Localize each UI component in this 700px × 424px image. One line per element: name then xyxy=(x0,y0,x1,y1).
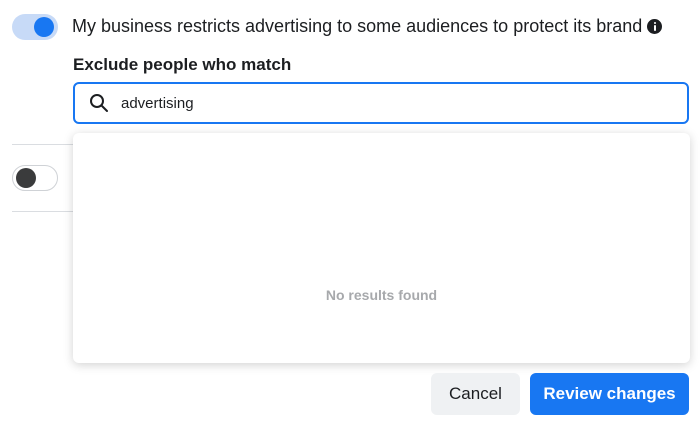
restrict-audiences-toggle[interactable] xyxy=(12,14,58,40)
cancel-button[interactable]: Cancel xyxy=(431,373,520,415)
search-results-dropdown: No results found xyxy=(73,133,690,363)
info-icon[interactable] xyxy=(647,19,663,34)
exclude-section-title: Exclude people who match xyxy=(73,55,292,74)
toggle-knob xyxy=(34,17,54,37)
exclude-search-input[interactable] xyxy=(121,94,641,112)
second-setting-toggle[interactable] xyxy=(12,165,58,191)
divider xyxy=(12,211,74,212)
no-results-message: No results found xyxy=(325,287,438,303)
setting-label-row: My business restricts advertising to som… xyxy=(72,16,663,37)
review-changes-button[interactable]: Review changes xyxy=(530,373,689,415)
search-icon xyxy=(90,94,108,112)
page: My business restricts advertising to som… xyxy=(0,0,700,424)
exclude-search-box[interactable] xyxy=(73,82,689,124)
divider xyxy=(12,144,74,145)
restrict-setting-label: My business restricts advertising to som… xyxy=(72,16,643,36)
toggle-knob xyxy=(16,168,36,188)
